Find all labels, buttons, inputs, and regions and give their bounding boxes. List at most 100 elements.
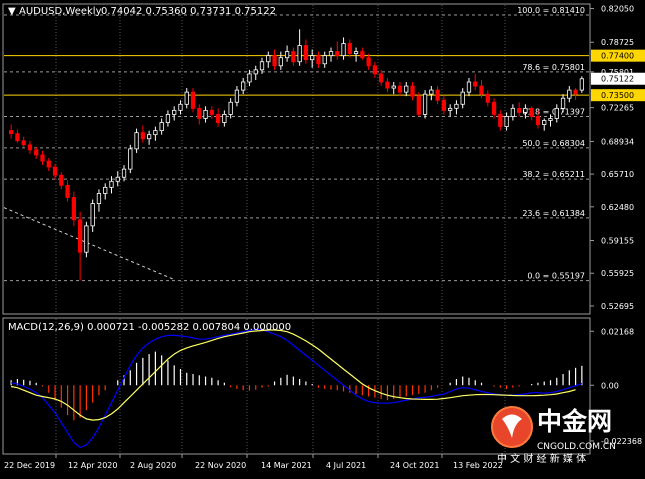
ohlc-readout: 0.74042 0.75360 0.73731 0.75122 <box>101 6 276 17</box>
candle-body <box>128 148 133 170</box>
candle-body <box>466 81 472 93</box>
candle-body <box>203 109 208 119</box>
candle-body <box>284 51 290 59</box>
price-scale-label: 0.55925 <box>601 269 634 278</box>
fib-level-label: 100.0 = 0.81410 <box>517 6 585 15</box>
candle-body <box>328 51 334 57</box>
candle-body <box>435 89 440 101</box>
current-price-tag-text: 0.75122 <box>601 75 634 84</box>
candle-body <box>316 55 321 65</box>
candles <box>9 29 584 281</box>
candle-body <box>146 134 152 140</box>
price-scale-label: 0.62480 <box>601 203 634 212</box>
candle-body <box>121 168 127 178</box>
candle-body <box>272 55 277 67</box>
coin-logo-icon <box>491 406 533 448</box>
candle-body <box>21 140 26 146</box>
time-axis-label: 14 Mar 2021 <box>261 461 312 470</box>
candle-body <box>266 55 271 63</box>
candle-body <box>360 51 365 59</box>
candle-body <box>510 107 515 117</box>
main-pane-frame <box>2 3 591 315</box>
candle-body <box>190 91 196 109</box>
candle-body <box>103 186 108 194</box>
price-scale-label: 0.78725 <box>601 38 634 47</box>
candle-body <box>504 116 509 127</box>
candle-body <box>241 81 246 91</box>
price-scale-label: 0.82050 <box>601 5 634 14</box>
candle-body <box>222 114 227 123</box>
candle-body <box>59 174 64 186</box>
time-axis-label: 13 Feb 2022 <box>453 461 503 470</box>
watermark-site: CNGOLD.COM.CN <box>537 442 616 452</box>
symbol-header: AUDUSD,Weekly <box>19 6 102 17</box>
horizontal-levels[interactable] <box>4 55 589 96</box>
candle-body <box>573 89 578 95</box>
candle-body <box>416 95 421 115</box>
candle-body <box>197 107 202 119</box>
watermark-slogan: 中 文 财 经 新 媒 体 <box>497 452 586 465</box>
candle-body <box>548 118 553 121</box>
candle-body <box>460 91 465 105</box>
price-scale-label: 0.59155 <box>601 237 634 246</box>
candle-body <box>84 225 89 253</box>
candle-body <box>335 51 340 57</box>
candle-body <box>234 89 240 103</box>
candle-body <box>579 78 584 91</box>
candle-body <box>441 99 447 111</box>
candle-body <box>347 43 352 55</box>
level-price-tag-text: 0.77400 <box>601 52 634 61</box>
price-scale-label: 0.72265 <box>601 104 634 113</box>
level-price-tag-text: 0.73500 <box>601 91 634 100</box>
fibonacci-levels: 100.0 = 0.8141078.6 = 0.7580161.8 = 0.71… <box>4 6 589 282</box>
candle-body <box>310 55 315 61</box>
candle-body <box>529 107 534 117</box>
candle-body <box>353 51 359 55</box>
price-scale[interactable]: 0.820500.787250.758010.722650.689340.657… <box>590 5 645 446</box>
candle-body <box>215 114 221 123</box>
candle-body <box>385 81 390 89</box>
candle-body <box>479 85 484 95</box>
candle-body <box>96 193 102 204</box>
price-scale-label: 0.65710 <box>601 170 634 179</box>
fib-level-label: 78.6 = 0.75801 <box>522 63 585 72</box>
fib-level-label: 38.2 = 0.65211 <box>522 170 585 179</box>
symbol-dropdown-icon[interactable]: ▼ <box>8 6 16 17</box>
candle-body <box>560 97 566 109</box>
watermark: 中金网 CNGOLD.COM.CN 中 文 财 经 新 媒 体 <box>491 406 616 465</box>
candle-body <box>498 114 503 127</box>
time-axis-label: 12 Apr 2020 <box>68 461 117 470</box>
candle-body <box>159 122 164 132</box>
candle-body <box>40 154 45 162</box>
candle-body <box>422 93 428 115</box>
candle-body <box>27 144 33 151</box>
chart-window[interactable]: 100.0 = 0.81410 78.6 = 0.75801 61.8 = 0.71… <box>0 0 645 475</box>
macd-scale-label: 0.02168 <box>601 327 634 336</box>
candle-body <box>52 166 58 176</box>
candle-body <box>15 133 20 142</box>
candle-body <box>322 55 327 65</box>
candle-body <box>247 73 252 83</box>
time-axis[interactable]: 22 Dec 2019 12 Apr 2020 2 Aug 2020 22 Nov 2… <box>4 454 506 470</box>
candle-body <box>34 149 39 156</box>
candle-body <box>165 114 171 123</box>
time-axis-label: 4 Jul 2021 <box>326 461 366 470</box>
candle-body <box>134 132 139 150</box>
candle-body <box>78 219 83 253</box>
candle-body <box>410 85 415 97</box>
candle-body <box>90 203 95 227</box>
candle-body <box>259 61 265 71</box>
candle-body <box>178 103 183 111</box>
candle-body <box>404 85 409 93</box>
candle-body <box>448 107 453 111</box>
candle-body <box>253 69 258 75</box>
macd-header: MACD(12,26,9) 0.000721 -0.005282 0.00780… <box>8 322 291 333</box>
candle-body <box>228 101 233 115</box>
macd-scale-label: 0.00 <box>601 381 619 390</box>
candle-body <box>209 109 214 115</box>
fib-level-label: 23.6 = 0.61384 <box>522 209 585 218</box>
candle-body <box>291 51 296 63</box>
candle-body <box>109 180 114 188</box>
chart-canvas[interactable]: 100.0 = 0.8141078.6 = 0.7580161.8 = 0.71… <box>0 0 645 475</box>
price-scale-label: 0.68934 <box>601 137 634 146</box>
